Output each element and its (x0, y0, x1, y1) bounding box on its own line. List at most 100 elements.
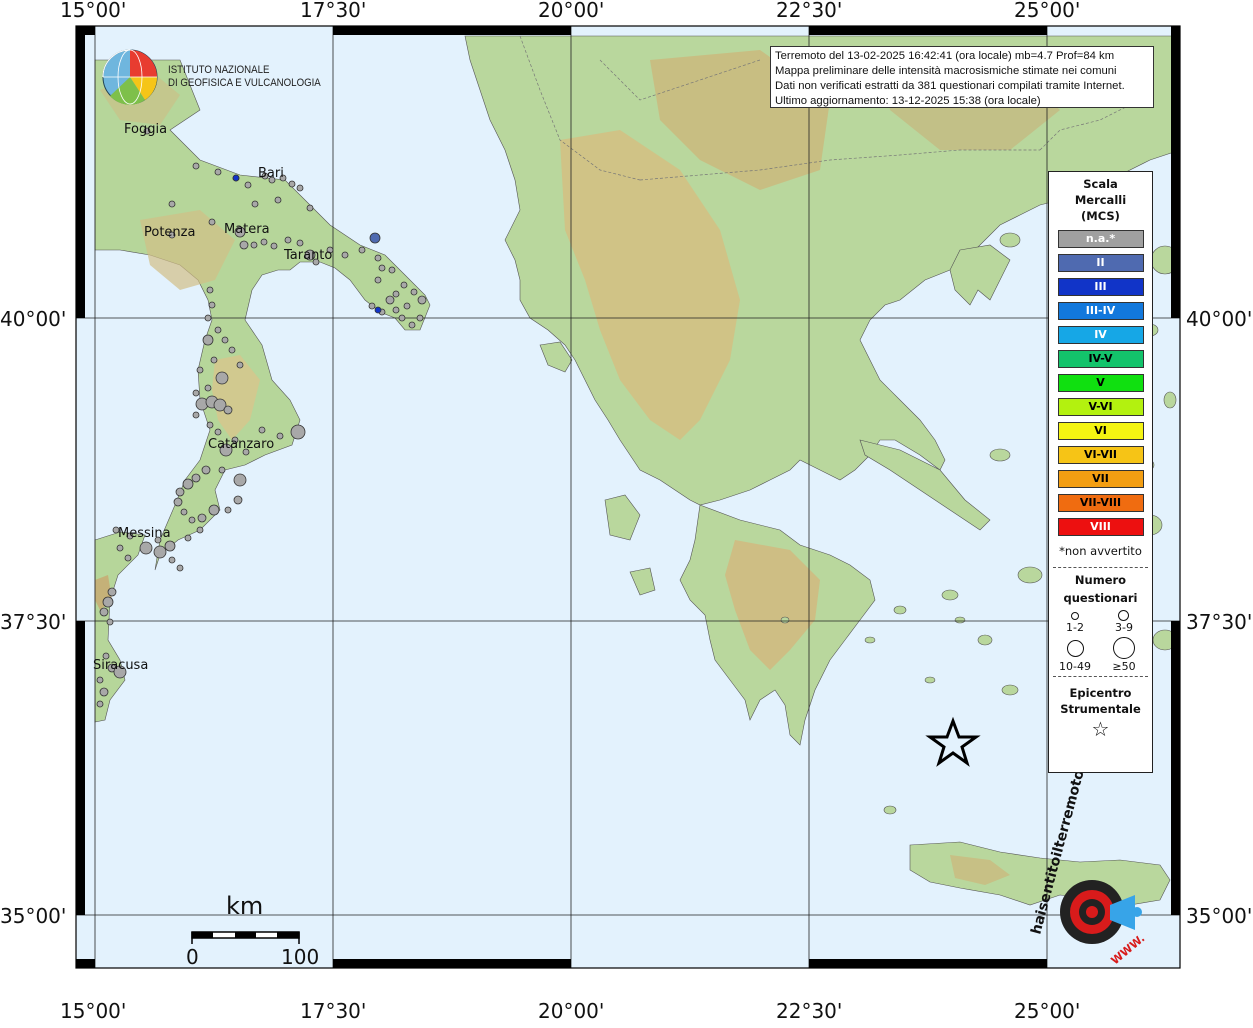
intensity-marker (374, 306, 382, 314)
questionnaire-marker (306, 204, 314, 212)
questionnaire-marker (208, 218, 216, 226)
count-label-2: 3-9 (1115, 621, 1133, 634)
questionnaire-marker (408, 321, 416, 329)
questionnaire-marker (341, 251, 349, 259)
questionnaire-marker (236, 361, 244, 369)
questionnaire-marker (102, 596, 114, 608)
questionnaire-marker (368, 302, 376, 310)
city-matera: Matera (224, 222, 270, 237)
count-circle-2 (1118, 610, 1129, 621)
questionnaire-marker (233, 473, 247, 487)
questionnaire-marker (270, 242, 278, 250)
questionnaire-marker (378, 264, 386, 272)
questionnaire-marker (276, 432, 284, 440)
epicenter-legend-icon: ☆ (1091, 717, 1110, 741)
questionnaire-marker (206, 286, 214, 294)
questionnaire-marker (417, 295, 427, 305)
questionnaire-marker (214, 168, 222, 176)
bottom-tick-5: 25°00' (1014, 999, 1080, 1023)
legend-swatch: n.a.* (1057, 230, 1144, 248)
questionnaire-marker (392, 306, 400, 314)
questionnaire-marker (214, 428, 222, 436)
questionnaire-marker (99, 687, 109, 697)
questionnaire-marker (388, 266, 396, 274)
scale-min: 0 (186, 945, 199, 969)
questionnaire-marker (251, 200, 259, 208)
right-tick-3: 35°00' (1186, 904, 1252, 928)
info-line-2: Mappa preliminare delle intensità macros… (775, 65, 1117, 77)
legend-title-2: Mercalli (1074, 193, 1127, 207)
questionnaire-marker (192, 389, 200, 397)
questionnaire-marker (374, 254, 382, 262)
city-bari: Bari (258, 166, 284, 181)
questionnaire-marker (192, 411, 200, 419)
questionnaire-marker (180, 508, 188, 516)
questionnaire-marker (168, 556, 176, 564)
legend-note: *non avvertito (1059, 544, 1142, 558)
city-taranto: Taranto (283, 248, 332, 263)
questionnaire-marker (139, 541, 153, 555)
right-tick-2: 37°30' (1186, 610, 1252, 634)
questionnaire-marker (182, 478, 194, 490)
questionnaire-marker (374, 276, 382, 284)
questionnaire-marker (96, 700, 104, 708)
questionnaire-marker (228, 346, 236, 354)
questionnaire-marker (168, 200, 176, 208)
top-tick-3: 20°00' (538, 0, 604, 22)
questionnaire-marker (358, 246, 366, 254)
questionnaire-marker (218, 466, 226, 474)
info-line-1: Terremoto del 13-02-2025 16:42:41 (ora l… (775, 50, 1115, 62)
questionnaire-marker (410, 288, 418, 296)
questionnaire-marker (403, 302, 411, 310)
city-siracusa: Siracusa (93, 658, 148, 673)
top-tick-4: 22°30' (776, 0, 842, 22)
legend-title-3: (MCS) (1081, 209, 1120, 223)
mcs-legend: Scala Mercalli (MCS) n.a.* II III III-IV IV I… (1048, 171, 1153, 773)
questionnaire-marker (288, 180, 296, 188)
questionnaire-marker (197, 513, 207, 523)
legend-divider (1053, 567, 1148, 568)
legend-swatch: IV-V (1057, 350, 1144, 368)
questionnaire-marker (107, 587, 117, 597)
questionnaire-marker (206, 421, 214, 429)
questionnaire-marker (296, 239, 304, 247)
questionnaire-marker (284, 236, 292, 244)
bottom-tick-2: 17°30' (300, 999, 366, 1023)
count-circle-3 (1067, 640, 1084, 657)
questionnaire-marker (398, 314, 406, 322)
questionnaire-marker (208, 504, 220, 516)
questionnaire-marker (153, 545, 167, 559)
questionnaire-marker (196, 526, 204, 534)
legend-swatch: III (1057, 278, 1144, 296)
left-tick-1: 40°00' (0, 307, 66, 331)
legend-swatch: V (1057, 374, 1144, 392)
questionnaire-marker (201, 465, 211, 475)
top-tick-2: 17°30' (300, 0, 366, 22)
questionnaire-marker (260, 238, 268, 246)
questionnaire-marker (258, 426, 266, 434)
legend-swatch: II (1057, 254, 1144, 272)
count-title-1: Numero (1074, 573, 1127, 587)
questionnaire-marker (385, 295, 395, 305)
questionnaire-marker (184, 534, 192, 542)
questionnaire-marker (239, 240, 249, 250)
count-circle-1 (1071, 612, 1079, 620)
questionnaire-marker (233, 495, 243, 505)
city-catanzaro: Catanzaro (208, 437, 274, 452)
bottom-tick-4: 22°30' (776, 999, 842, 1023)
questionnaire-marker (188, 516, 196, 524)
questionnaire-marker (290, 424, 306, 440)
questionnaire-marker (191, 473, 201, 483)
questionnaire-marker (250, 241, 258, 249)
legend-swatch: VII (1057, 470, 1144, 488)
questionnaire-marker (196, 366, 204, 374)
right-tick-1: 40°00' (1186, 307, 1252, 331)
bottom-tick-1: 15°00' (60, 999, 126, 1023)
legend-swatch: V-VI (1057, 398, 1144, 416)
intensity-marker (369, 232, 381, 244)
count-title-2: questionari (1063, 591, 1138, 605)
questionnaire-marker (116, 544, 124, 552)
questionnaire-marker (96, 676, 104, 684)
legend-divider-2 (1053, 676, 1148, 677)
intensity-marker (232, 174, 240, 182)
